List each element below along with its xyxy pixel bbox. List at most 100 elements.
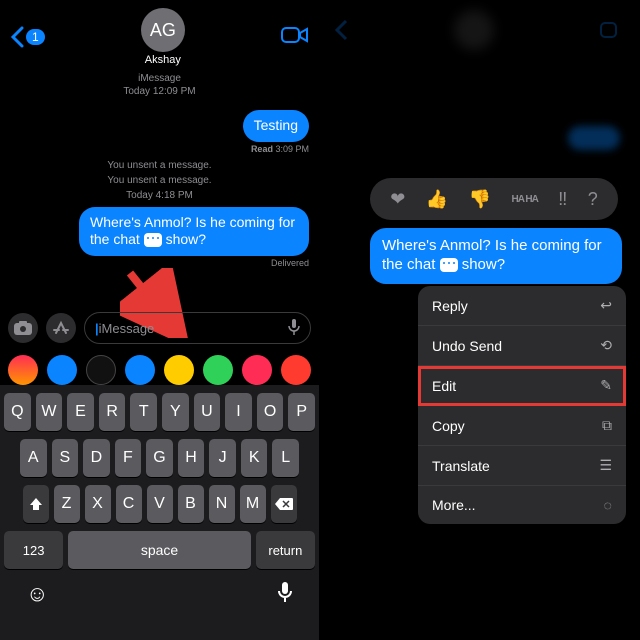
facetime-button[interactable] [281, 25, 309, 50]
timestamp-2: Today 4:18 PM [10, 190, 309, 201]
context-menu: Reply↩ Undo Send⟲ Edit✎ Copy⧉ Translate☰… [418, 286, 626, 524]
key-d[interactable]: D [83, 439, 110, 477]
key-o[interactable]: O [257, 393, 284, 431]
key-i[interactable]: I [225, 393, 252, 431]
key-row-4: 123 space return [4, 531, 315, 569]
translate-icon: ☰ [599, 457, 612, 474]
unread-count: 1 [26, 29, 45, 45]
key-x[interactable]: X [85, 485, 111, 523]
message-placeholder: iMessage [99, 321, 155, 336]
menu-undo-send[interactable]: Undo Send⟲ [418, 326, 626, 366]
key-s[interactable]: S [52, 439, 79, 477]
reply-icon: ↩ [600, 297, 612, 314]
key-y[interactable]: Y [162, 393, 189, 431]
key-l[interactable]: L [272, 439, 299, 477]
key-row-2: ASDFGHJKL [4, 439, 315, 477]
avatar: AG [141, 8, 185, 52]
tapback-exclaim[interactable]: ‼ [558, 189, 567, 210]
key-c[interactable]: C [116, 485, 142, 523]
key-u[interactable]: U [194, 393, 221, 431]
timestamp-1: Today 12:09 PM [0, 85, 319, 98]
key-b[interactable]: B [178, 485, 204, 523]
key-f[interactable]: F [115, 439, 142, 477]
app-stickers[interactable] [203, 355, 233, 385]
menu-edit[interactable]: Edit✎ [418, 366, 626, 406]
tapback-bar[interactable]: ❤ 👍 👎 HA HA ‼ ? [370, 178, 618, 220]
tapback-thumbs-down[interactable]: 👎 [469, 189, 491, 210]
speech-bubble-icon [144, 233, 162, 247]
read-receipt-1: Read 3:09 PM [251, 144, 309, 154]
tapback-question[interactable]: ? [588, 189, 598, 210]
more-icon: ◌ [604, 497, 612, 513]
unsent-notice-2: You unsent a message. [10, 175, 309, 186]
tapback-thumbs-up[interactable]: 👍 [426, 189, 448, 210]
key-k[interactable]: K [241, 439, 268, 477]
tapback-heart[interactable]: ❤ [390, 189, 405, 210]
menu-copy[interactable]: Copy⧉ [418, 406, 626, 446]
app-store[interactable] [47, 355, 77, 385]
tapback-haha[interactable]: HA HA [512, 194, 538, 205]
contact-block[interactable]: AG Akshay [141, 8, 185, 66]
space-key[interactable]: space [68, 531, 250, 569]
conversation: Testing Read 3:09 PM You unsent a messag… [0, 98, 319, 280]
app-digital-touch[interactable] [242, 355, 272, 385]
key-g[interactable]: G [146, 439, 173, 477]
delivered-receipt: Delivered [271, 258, 309, 268]
menu-translate[interactable]: Translate☰ [418, 446, 626, 486]
return-key[interactable]: return [256, 531, 315, 569]
facetime-icon [600, 21, 626, 39]
blurred-header [320, 10, 640, 50]
compose-bar: |iMessage [0, 306, 319, 350]
key-w[interactable]: W [36, 393, 63, 431]
key-row-1: QWERTYUIOP [4, 393, 315, 431]
key-q[interactable]: Q [4, 393, 31, 431]
key-z[interactable]: Z [54, 485, 80, 523]
key-v[interactable]: V [147, 485, 173, 523]
key-j[interactable]: J [209, 439, 236, 477]
app-cash[interactable] [86, 355, 116, 385]
speech-bubble-icon [440, 258, 458, 272]
emoji-key[interactable]: ☺ [26, 581, 48, 609]
app-audio[interactable] [125, 355, 155, 385]
right-screenshot: ❤ 👍 👎 HA HA ‼ ? Where's Anmol? Is he com… [320, 0, 640, 640]
blurred-message [568, 126, 620, 150]
shift-key[interactable] [23, 485, 49, 523]
camera-button[interactable] [8, 313, 38, 343]
key-a[interactable]: A [20, 439, 47, 477]
left-screenshot: 1 AG Akshay iMessage Today 12:09 PM Test… [0, 0, 320, 640]
message-input[interactable]: |iMessage [84, 312, 311, 344]
undo-icon: ⟲ [600, 337, 612, 354]
service-label: iMessage [0, 72, 319, 85]
key-r[interactable]: R [99, 393, 126, 431]
appstore-button[interactable] [46, 313, 76, 343]
delete-key[interactable] [271, 485, 297, 523]
keyboard[interactable]: QWERTYUIOP ASDFGHJKL ZXCVBNM 123 space r… [0, 385, 319, 640]
app-photos[interactable] [8, 355, 38, 385]
mic-key[interactable] [277, 581, 293, 609]
message-bubble-2[interactable]: Where's Anmol? Is he coming for the chat… [79, 207, 309, 256]
menu-more[interactable]: More...◌ [418, 486, 626, 524]
contact-name: Akshay [141, 54, 185, 66]
key-e[interactable]: E [67, 393, 94, 431]
imessage-app-strip[interactable] [0, 355, 319, 385]
menu-reply[interactable]: Reply↩ [418, 286, 626, 326]
key-row-3: ZXCVBNM [4, 485, 315, 523]
key-p[interactable]: P [288, 393, 315, 431]
back-icon [334, 19, 348, 41]
key-n[interactable]: N [209, 485, 235, 523]
unsent-notice-1: You unsent a message. [10, 160, 309, 171]
copy-icon: ⧉ [602, 417, 612, 434]
pencil-icon: ✎ [600, 377, 612, 394]
key-m[interactable]: M [240, 485, 266, 523]
blurred-avatar [454, 10, 494, 50]
app-music[interactable] [281, 355, 311, 385]
message-bubble-1[interactable]: Testing [243, 110, 309, 142]
numbers-key[interactable]: 123 [4, 531, 63, 569]
dictate-icon[interactable] [288, 318, 300, 339]
selected-message-bubble[interactable]: Where's Anmol? Is he coming for the chat… [370, 228, 622, 284]
app-memoji[interactable] [164, 355, 194, 385]
conversation-header: 1 AG Akshay [0, 0, 319, 72]
back-button[interactable]: 1 [10, 26, 45, 48]
key-h[interactable]: H [178, 439, 205, 477]
key-t[interactable]: T [130, 393, 157, 431]
